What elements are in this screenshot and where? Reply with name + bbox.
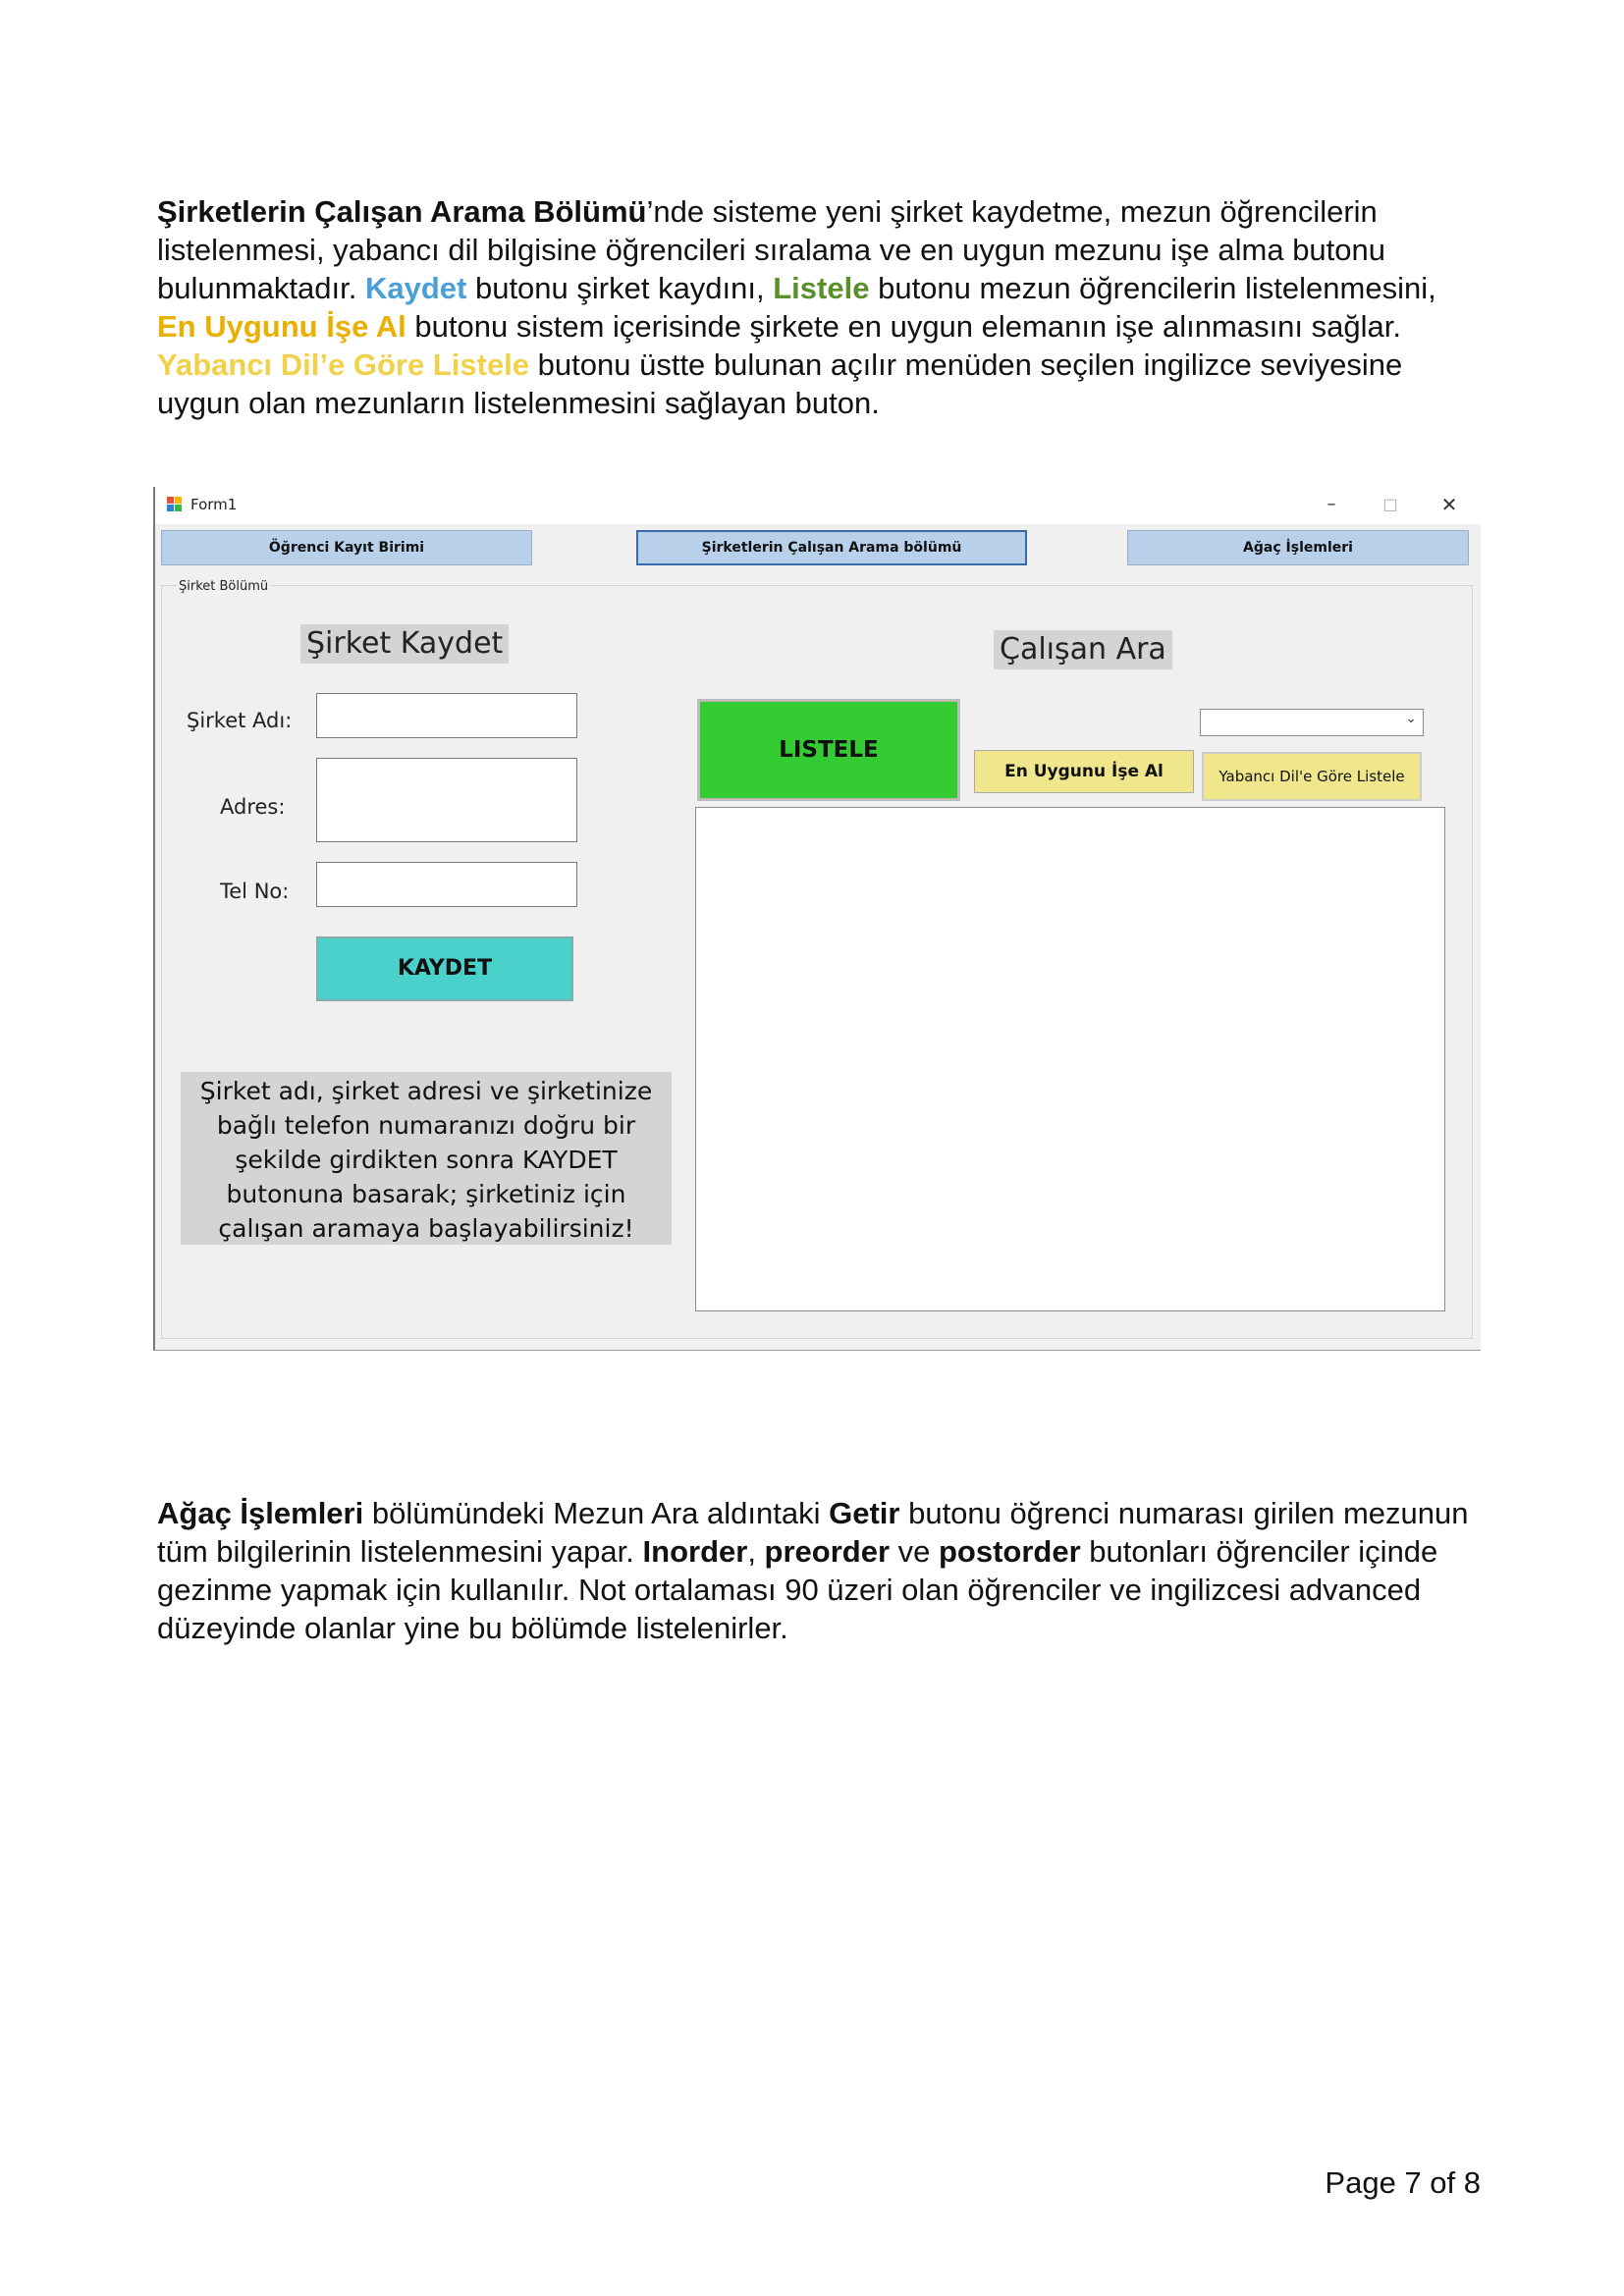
preorder-bold: preorder [764,1534,891,1569]
agac-paragraph: Ağaç İşlemleri bölümündeki Mezun Ara ald… [157,1494,1483,1647]
kaydet-highlight: Kaydet [364,271,467,305]
form-window-screenshot: Form1 – □ ✕ Öğrenci Kayıt Birimi Şirketl… [153,487,1481,1351]
kaydet-button[interactable]: KAYDET [316,936,573,1001]
app-icon [167,497,183,512]
page-number: Page 7 of 8 [1325,2165,1481,2200]
tab-agac-islemleri[interactable]: Ağaç İşlemleri [1127,530,1469,565]
minimize-icon[interactable]: – [1312,491,1351,518]
uygun-highlight: En Uygunu İşe Al [157,309,406,344]
listele-highlight: Listele [773,271,870,305]
window-title: Form1 [190,496,238,513]
listele-button[interactable]: LISTELE [697,699,960,801]
adres-input[interactable] [316,758,577,842]
calisan-ara-heading: Çalışan Ara [994,630,1172,669]
postorder-bold: postorder [939,1534,1081,1569]
results-listbox[interactable] [695,807,1445,1311]
maximize-icon[interactable]: □ [1371,491,1410,518]
section-title-bold: Şirketlerin Çalışan Arama Bölümü [157,194,647,229]
text-run: bölümündeki Mezun Ara aldıntaki [363,1496,830,1530]
en-uygunu-ise-al-button[interactable]: En Uygunu İşe Al [974,750,1194,793]
tab-calisan-arama[interactable]: Şirketlerin Çalışan Arama bölümü [636,530,1027,565]
text-run: butonu mezun öğrencilerin listelenmesini… [869,271,1436,305]
sirket-adi-label: Şirket Adı: [187,709,293,732]
tab-ogrenci-kayit[interactable]: Öğrenci Kayıt Birimi [161,530,532,565]
yabanci-dile-gore-listele-button[interactable]: Yabancı Dil'e Göre Listele [1202,752,1422,801]
text-run: butonu sistem içerisinde şirkete en uygu… [406,309,1401,344]
groupbox-label: Şirket Bölümü [177,579,271,594]
tel-no-label: Tel No: [220,880,290,903]
adres-label: Adres: [220,795,286,819]
getir-bold: Getir [829,1496,900,1530]
sirket-kaydet-heading: Şirket Kaydet [300,624,510,664]
close-icon[interactable]: ✕ [1430,491,1469,518]
intro-paragraph: Şirketlerin Çalışan Arama Bölümü’nde sis… [157,192,1483,422]
tel-no-input[interactable] [316,862,577,907]
text-run: butonu şirket kaydını, [466,271,774,305]
text-run: ve [890,1534,939,1569]
text-run: , [747,1534,765,1569]
section-title-bold: Ağaç İşlemleri [157,1496,364,1530]
window-titlebar: Form1 – □ ✕ [155,487,1481,524]
yabanci-highlight: Yabancı Dil’e Göre Listele [157,347,530,382]
sirket-adi-input[interactable] [316,693,577,738]
info-label: Şirket adı, şirket adresi ve şirketinize… [181,1072,672,1245]
inorder-bold: Inorder [642,1534,748,1569]
chevron-down-icon: ⌄ [1405,711,1417,726]
ingilizce-seviye-combobox[interactable]: ⌄ [1200,709,1424,736]
